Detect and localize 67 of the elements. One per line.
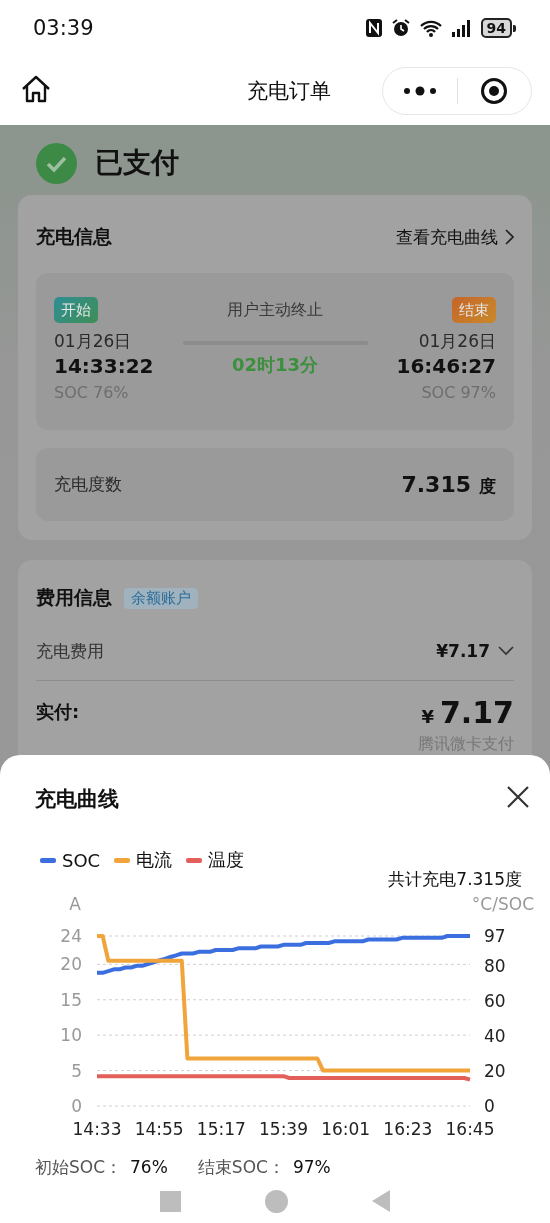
legend-item: 电流	[114, 848, 173, 872]
axis-tick-label: 20	[484, 1060, 506, 1081]
soc-label: 初始SOC：	[35, 1157, 123, 1177]
chevron-right-icon	[504, 229, 514, 245]
stop-reason: 用户主动终止	[227, 299, 323, 321]
axis-tick-label: 20	[60, 954, 82, 975]
axis-tick-label: 15:39	[259, 1119, 308, 1139]
energy-label: 充电度数	[54, 473, 122, 496]
date-text: 01月26日	[418, 330, 496, 353]
start-tag: 开始	[54, 297, 98, 323]
axis-tick-label: 10	[60, 1025, 82, 1046]
account-tag: 余额账户	[124, 587, 198, 609]
more-icon[interactable]	[402, 85, 437, 96]
axis-tick-label: 5	[71, 1060, 82, 1081]
energy-value: 7.315	[401, 471, 471, 497]
axis-tick-label: 16:45	[445, 1119, 495, 1139]
target-icon[interactable]	[480, 76, 509, 105]
wifi-icon	[418, 18, 443, 38]
axis-title: °C/SOC	[471, 894, 534, 914]
soc-label: 结束SOC：	[197, 1157, 285, 1177]
home-icon	[20, 73, 52, 105]
page-title: 充电订单	[246, 77, 331, 105]
axis-tick-label: 16:01	[321, 1119, 371, 1139]
close-icon	[506, 785, 530, 809]
triangle-icon	[372, 1190, 390, 1212]
check-circle-icon	[36, 142, 77, 184]
section-title: 充电信息	[36, 224, 112, 249]
axis-tick-label: 60	[484, 990, 506, 1011]
battery-level: 94	[480, 18, 512, 38]
axis-tick-label: 16:23	[383, 1119, 433, 1139]
nfc-icon	[364, 18, 383, 38]
axis-tick-label: 24	[60, 926, 82, 946]
time-text: 14:33:22	[54, 353, 154, 379]
fee-label: 充电费用	[36, 639, 104, 663]
energy-unit: 度	[479, 475, 496, 496]
axis-tick-label: 97	[484, 926, 506, 946]
legend-item: SOC	[40, 848, 101, 872]
end-tag: 结束	[452, 297, 496, 323]
square-icon	[160, 1190, 181, 1212]
axis-tick-label: 14:55	[134, 1119, 184, 1139]
time-text: 16:46:27	[396, 353, 496, 379]
axis-tick-label: 80	[484, 955, 506, 976]
axis-tick-label: 0	[484, 1096, 495, 1116]
duration-text: 02时13分	[231, 353, 319, 377]
paid-amount: 7.17	[439, 695, 514, 730]
axis-title: A	[69, 894, 81, 914]
date-text: 01月26日	[54, 330, 133, 353]
paid-label: 实付:	[36, 700, 80, 724]
signal-icon	[450, 18, 473, 38]
status-time: 03:39	[33, 16, 94, 40]
axis-tick-label: 40	[484, 1025, 506, 1046]
axis-tick-label: 0	[71, 1096, 82, 1116]
soc-value: 97%	[292, 1157, 331, 1177]
alarm-icon	[390, 18, 411, 38]
axis-tick-label: 14:33	[72, 1119, 122, 1139]
axis-tick-label: 15:17	[196, 1119, 246, 1139]
soc-value: 76%	[130, 1157, 168, 1177]
payment-status: 已支付	[95, 145, 179, 181]
currency-sign: ¥	[421, 706, 434, 727]
total-energy: 共计充电7.315度	[388, 868, 522, 891]
circle-icon	[265, 1189, 288, 1213]
sheet-title: 充电曲线	[35, 785, 119, 813]
legend-item: 温度	[186, 848, 245, 872]
section-title: 费用信息	[36, 585, 112, 610]
fee-amount[interactable]: ¥7.17	[436, 641, 514, 661]
axis-tick-label: 15	[60, 989, 82, 1010]
view-curve-link[interactable]: 查看充电曲线	[396, 225, 514, 249]
